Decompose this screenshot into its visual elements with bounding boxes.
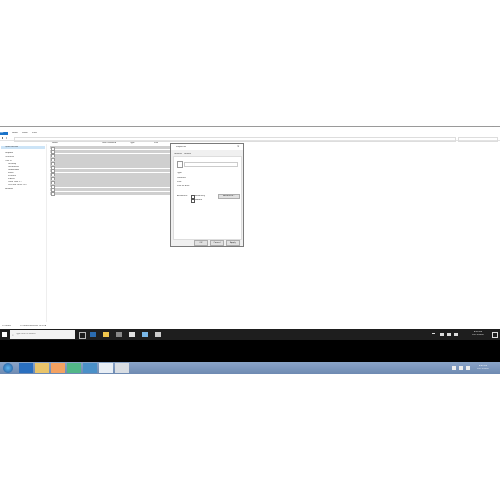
taskbar-search-box[interactable]: ⌕ Type here to search (10, 330, 75, 339)
status-selection: 13 items selected 13.5 KB (20, 325, 47, 327)
notification-icon[interactable] (492, 332, 498, 338)
network-icon[interactable] (459, 366, 463, 370)
column-size[interactable]: Size (154, 142, 158, 145)
column-headers: Name Date modified Type Size (50, 141, 170, 145)
field-location-label: Location: (177, 177, 187, 179)
windows-start-icon[interactable] (2, 332, 7, 337)
app-icon[interactable] (129, 332, 135, 337)
field-type-label: Type: (177, 172, 183, 174)
tab-home[interactable]: Home (12, 132, 20, 135)
chrome-icon[interactable] (67, 363, 81, 373)
ie-icon[interactable] (19, 363, 33, 373)
advanced-button[interactable]: Advanced... (218, 194, 240, 199)
nav-item-network[interactable]: Network (5, 188, 13, 191)
search-icon: ⌕ (12, 333, 14, 337)
store-icon[interactable] (116, 332, 122, 337)
app-icon[interactable] (83, 363, 97, 373)
nav-item-quick-access[interactable]: Quick access (1, 146, 45, 149)
clock-date[interactable]: 12/11/2018 (472, 334, 484, 337)
back-arrow-icon[interactable] (2, 137, 5, 139)
nav-item-dropbox[interactable]: Dropbox (5, 152, 13, 155)
table-row[interactable] (50, 191, 170, 197)
field-size-on-disk-label: Size on disk: (177, 185, 190, 187)
file-list: Name Date modified Type Size (50, 141, 170, 201)
edge-icon[interactable] (90, 332, 96, 337)
clock-date[interactable]: 12/11/2018 (477, 368, 489, 371)
windows7-taskbar: 8:43 PM 12/11/2018 (0, 362, 500, 374)
folder-icon[interactable] (35, 363, 49, 373)
battery-icon[interactable] (454, 333, 458, 336)
file-icon (177, 161, 183, 168)
file-explorer-window: – × File Home Share View Quick access Dr… (0, 126, 500, 330)
field-attributes-label: Attributes: (177, 195, 188, 197)
column-date-modified[interactable]: Date modified (102, 142, 116, 145)
dialog-title: Properties (176, 146, 187, 148)
file-icon (51, 192, 55, 197)
field-size-label: Size: (177, 181, 182, 183)
cancel-button[interactable]: Cancel (210, 240, 224, 246)
task-view-icon[interactable] (79, 332, 86, 339)
column-type[interactable]: Type (130, 142, 135, 145)
column-name[interactable]: Name (52, 142, 58, 145)
forward-arrow-icon[interactable] (6, 137, 9, 139)
tray-icon[interactable] (452, 366, 456, 370)
network-icon[interactable] (440, 333, 444, 336)
file-rows (50, 146, 170, 197)
tab-file[interactable]: File (0, 132, 8, 135)
navigation-pane: Quick access Dropbox OneDrive This PC De… (0, 144, 47, 322)
search-input[interactable] (458, 137, 498, 142)
status-item-count: 13 items (2, 325, 11, 327)
readonly-label: Read-only (195, 195, 206, 197)
dialog-close-icon[interactable]: × (237, 144, 240, 148)
app-icon[interactable] (115, 363, 129, 373)
properties-dialog: Properties × General Details Type: Locat… (170, 143, 244, 247)
nav-item-dvd-drive[interactable]: DVD RW Drive (D:) (8, 184, 27, 187)
volume-icon[interactable] (466, 366, 470, 370)
apply-button[interactable]: Apply (226, 240, 240, 246)
windows10-taskbar: ⌕ Type here to search 4:09 PM 12/11/2018 (0, 329, 500, 340)
ok-button[interactable]: OK (194, 240, 208, 246)
dialog-body: Type: Location: Size: Size on disk: Attr… (173, 156, 242, 240)
nav-item-onedrive[interactable]: OneDrive (5, 156, 14, 159)
dialog-titlebar[interactable]: Properties × (171, 144, 243, 150)
screen-letterbox (0, 340, 500, 362)
filename-field[interactable] (184, 162, 238, 167)
media-player-icon[interactable] (51, 363, 65, 373)
folder-icon[interactable] (103, 332, 109, 337)
hidden-label: Hidden (195, 199, 203, 201)
app-icon[interactable] (155, 332, 161, 337)
tab-view[interactable]: View (32, 132, 40, 135)
search-placeholder: Type here to search (16, 333, 36, 335)
remote-desktop-icon[interactable] (99, 363, 113, 373)
tab-share[interactable]: Share (22, 132, 30, 135)
chevron-up-icon[interactable] (432, 333, 435, 337)
volume-icon[interactable] (447, 333, 451, 336)
windows-orb-icon[interactable] (3, 363, 13, 373)
app-icon[interactable] (142, 332, 148, 337)
